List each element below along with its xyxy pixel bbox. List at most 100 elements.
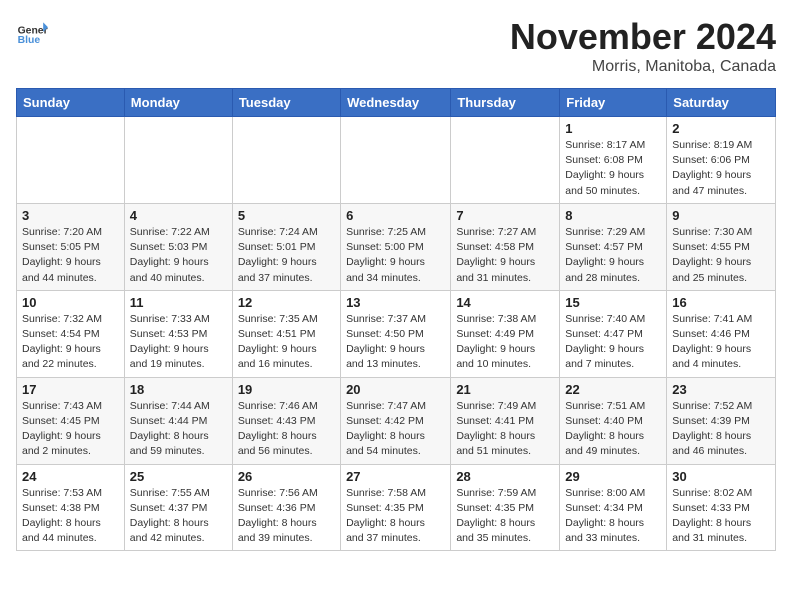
calendar-cell	[232, 117, 340, 204]
calendar-cell: 28Sunrise: 7:59 AM Sunset: 4:35 PM Dayli…	[451, 464, 560, 551]
calendar-cell: 2Sunrise: 8:19 AM Sunset: 6:06 PM Daylig…	[667, 117, 776, 204]
calendar-cell: 15 Sunrise: 7:40 AM Sunset: 4:47 PM Dayli…	[560, 290, 667, 377]
day-info: Sunrise: 8:19 AM Sunset: 6:06 PM Dayligh…	[672, 138, 770, 199]
location-title: Morris, Manitoba, Canada	[510, 58, 776, 76]
day-info: Sunrise: 7:55 AM Sunset: 4:37 PM Dayligh…	[130, 486, 227, 547]
day-number: 15	[565, 295, 661, 310]
day-info: Sunrise: 7:44 AM Sunset: 4:44 PM Dayligh…	[130, 399, 227, 460]
day-number: 6	[346, 208, 445, 223]
day-number: 4	[130, 208, 227, 223]
day-number: 30	[672, 469, 770, 484]
day-number: 8	[565, 208, 661, 223]
calendar-cell: 1 Sunrise: 8:17 AM Sunset: 6:08 PM Daylig…	[560, 117, 667, 204]
calendar-cell: 24Sunrise: 7:53 AM Sunset: 4:38 PM Dayli…	[17, 464, 125, 551]
calendar-cell: 4Sunrise: 7:22 AM Sunset: 5:03 PM Daylig…	[124, 203, 232, 290]
day-header-thursday: Thursday	[451, 89, 560, 117]
day-info: Sunrise: 7:27 AM Sunset: 4:58 PM Dayligh…	[456, 225, 554, 286]
week-row-5: 24Sunrise: 7:53 AM Sunset: 4:38 PM Dayli…	[17, 464, 776, 551]
day-info: Sunrise: 7:52 AM Sunset: 4:39 PM Dayligh…	[672, 399, 770, 460]
day-header-sunday: Sunday	[17, 89, 125, 117]
day-number: 9	[672, 208, 770, 223]
month-title: November 2024	[510, 16, 776, 58]
day-info: Sunrise: 7:40 AM Sunset: 4:47 PM Dayligh…	[565, 312, 661, 373]
calendar-cell	[341, 117, 451, 204]
day-info: Sunrise: 8:17 AM Sunset: 6:08 PM Dayligh…	[565, 138, 661, 199]
day-number: 27	[346, 469, 445, 484]
calendar-table: SundayMondayTuesdayWednesdayThursdayFrid…	[16, 88, 776, 551]
calendar-cell: 18 Sunrise: 7:44 AM Sunset: 4:44 PM Dayli…	[124, 377, 232, 464]
day-number: 23	[672, 382, 770, 397]
week-row-1: 1 Sunrise: 8:17 AM Sunset: 6:08 PM Daylig…	[17, 117, 776, 204]
logo: General Blue	[16, 16, 48, 48]
calendar-cell: 16 Sunrise: 7:41 AM Sunset: 4:46 PM Dayli…	[667, 290, 776, 377]
calendar-cell: 5 Sunrise: 7:24 AM Sunset: 5:01 PM Daylig…	[232, 203, 340, 290]
calendar-cell: 8 Sunrise: 7:29 AM Sunset: 4:57 PM Daylig…	[560, 203, 667, 290]
week-row-3: 10 Sunrise: 7:32 AM Sunset: 4:54 PM Dayli…	[17, 290, 776, 377]
svg-text:Blue: Blue	[18, 35, 41, 46]
day-number: 3	[22, 208, 119, 223]
calendar-cell: 19 Sunrise: 7:46 AM Sunset: 4:43 PM Dayli…	[232, 377, 340, 464]
day-header-tuesday: Tuesday	[232, 89, 340, 117]
day-info: Sunrise: 7:37 AM Sunset: 4:50 PM Dayligh…	[346, 312, 445, 373]
calendar-cell: 20 Sunrise: 7:47 AM Sunset: 4:42 PM Dayli…	[341, 377, 451, 464]
logo-icon: General Blue	[16, 16, 48, 48]
day-number: 16	[672, 295, 770, 310]
calendar-cell: 22 Sunrise: 7:51 AM Sunset: 4:40 PM Dayli…	[560, 377, 667, 464]
day-number: 11	[130, 295, 227, 310]
day-number: 13	[346, 295, 445, 310]
calendar-cell: 12Sunrise: 7:35 AM Sunset: 4:51 PM Dayli…	[232, 290, 340, 377]
calendar-cell	[17, 117, 125, 204]
day-number: 18	[130, 382, 227, 397]
week-row-2: 3 Sunrise: 7:20 AM Sunset: 5:05 PM Daylig…	[17, 203, 776, 290]
day-number: 19	[238, 382, 335, 397]
day-info: Sunrise: 7:29 AM Sunset: 4:57 PM Dayligh…	[565, 225, 661, 286]
day-number: 7	[456, 208, 554, 223]
calendar-cell: 7 Sunrise: 7:27 AM Sunset: 4:58 PM Daylig…	[451, 203, 560, 290]
day-info: Sunrise: 7:33 AM Sunset: 4:53 PM Dayligh…	[130, 312, 227, 373]
day-header-friday: Friday	[560, 89, 667, 117]
day-info: Sunrise: 7:46 AM Sunset: 4:43 PM Dayligh…	[238, 399, 335, 460]
day-number: 17	[22, 382, 119, 397]
day-info: Sunrise: 7:56 AM Sunset: 4:36 PM Dayligh…	[238, 486, 335, 547]
calendar-cell: 11 Sunrise: 7:33 AM Sunset: 4:53 PM Dayli…	[124, 290, 232, 377]
day-number: 25	[130, 469, 227, 484]
week-row-4: 17 Sunrise: 7:43 AM Sunset: 4:45 PM Dayli…	[17, 377, 776, 464]
calendar-cell	[124, 117, 232, 204]
day-info: Sunrise: 7:59 AM Sunset: 4:35 PM Dayligh…	[456, 486, 554, 547]
day-header-monday: Monday	[124, 89, 232, 117]
day-number: 26	[238, 469, 335, 484]
calendar-cell: 6Sunrise: 7:25 AM Sunset: 5:00 PM Daylig…	[341, 203, 451, 290]
calendar-cell: 21Sunrise: 7:49 AM Sunset: 4:41 PM Dayli…	[451, 377, 560, 464]
calendar-cell: 17 Sunrise: 7:43 AM Sunset: 4:45 PM Dayli…	[17, 377, 125, 464]
day-number: 1	[565, 121, 661, 136]
day-number: 22	[565, 382, 661, 397]
day-number: 29	[565, 469, 661, 484]
day-header-wednesday: Wednesday	[341, 89, 451, 117]
header-row: SundayMondayTuesdayWednesdayThursdayFrid…	[17, 89, 776, 117]
day-number: 12	[238, 295, 335, 310]
day-header-saturday: Saturday	[667, 89, 776, 117]
day-info: Sunrise: 7:24 AM Sunset: 5:01 PM Dayligh…	[238, 225, 335, 286]
day-number: 10	[22, 295, 119, 310]
day-info: Sunrise: 7:32 AM Sunset: 4:54 PM Dayligh…	[22, 312, 119, 373]
title-area: November 2024 Morris, Manitoba, Canada	[510, 16, 776, 76]
day-info: Sunrise: 7:51 AM Sunset: 4:40 PM Dayligh…	[565, 399, 661, 460]
day-number: 20	[346, 382, 445, 397]
day-number: 21	[456, 382, 554, 397]
day-info: Sunrise: 7:47 AM Sunset: 4:42 PM Dayligh…	[346, 399, 445, 460]
calendar-cell: 23 Sunrise: 7:52 AM Sunset: 4:39 PM Dayli…	[667, 377, 776, 464]
calendar-cell: 26 Sunrise: 7:56 AM Sunset: 4:36 PM Dayli…	[232, 464, 340, 551]
day-number: 5	[238, 208, 335, 223]
calendar-cell: 10 Sunrise: 7:32 AM Sunset: 4:54 PM Dayli…	[17, 290, 125, 377]
calendar-cell: 30 Sunrise: 8:02 AM Sunset: 4:33 PM Dayli…	[667, 464, 776, 551]
calendar-cell: 14Sunrise: 7:38 AM Sunset: 4:49 PM Dayli…	[451, 290, 560, 377]
day-info: Sunrise: 8:02 AM Sunset: 4:33 PM Dayligh…	[672, 486, 770, 547]
calendar-cell: 9Sunrise: 7:30 AM Sunset: 4:55 PM Daylig…	[667, 203, 776, 290]
day-info: Sunrise: 7:43 AM Sunset: 4:45 PM Dayligh…	[22, 399, 119, 460]
day-info: Sunrise: 7:58 AM Sunset: 4:35 PM Dayligh…	[346, 486, 445, 547]
day-info: Sunrise: 7:20 AM Sunset: 5:05 PM Dayligh…	[22, 225, 119, 286]
calendar-cell: 27 Sunrise: 7:58 AM Sunset: 4:35 PM Dayli…	[341, 464, 451, 551]
day-info: Sunrise: 7:53 AM Sunset: 4:38 PM Dayligh…	[22, 486, 119, 547]
day-info: Sunrise: 7:41 AM Sunset: 4:46 PM Dayligh…	[672, 312, 770, 373]
calendar-cell: 13 Sunrise: 7:37 AM Sunset: 4:50 PM Dayli…	[341, 290, 451, 377]
